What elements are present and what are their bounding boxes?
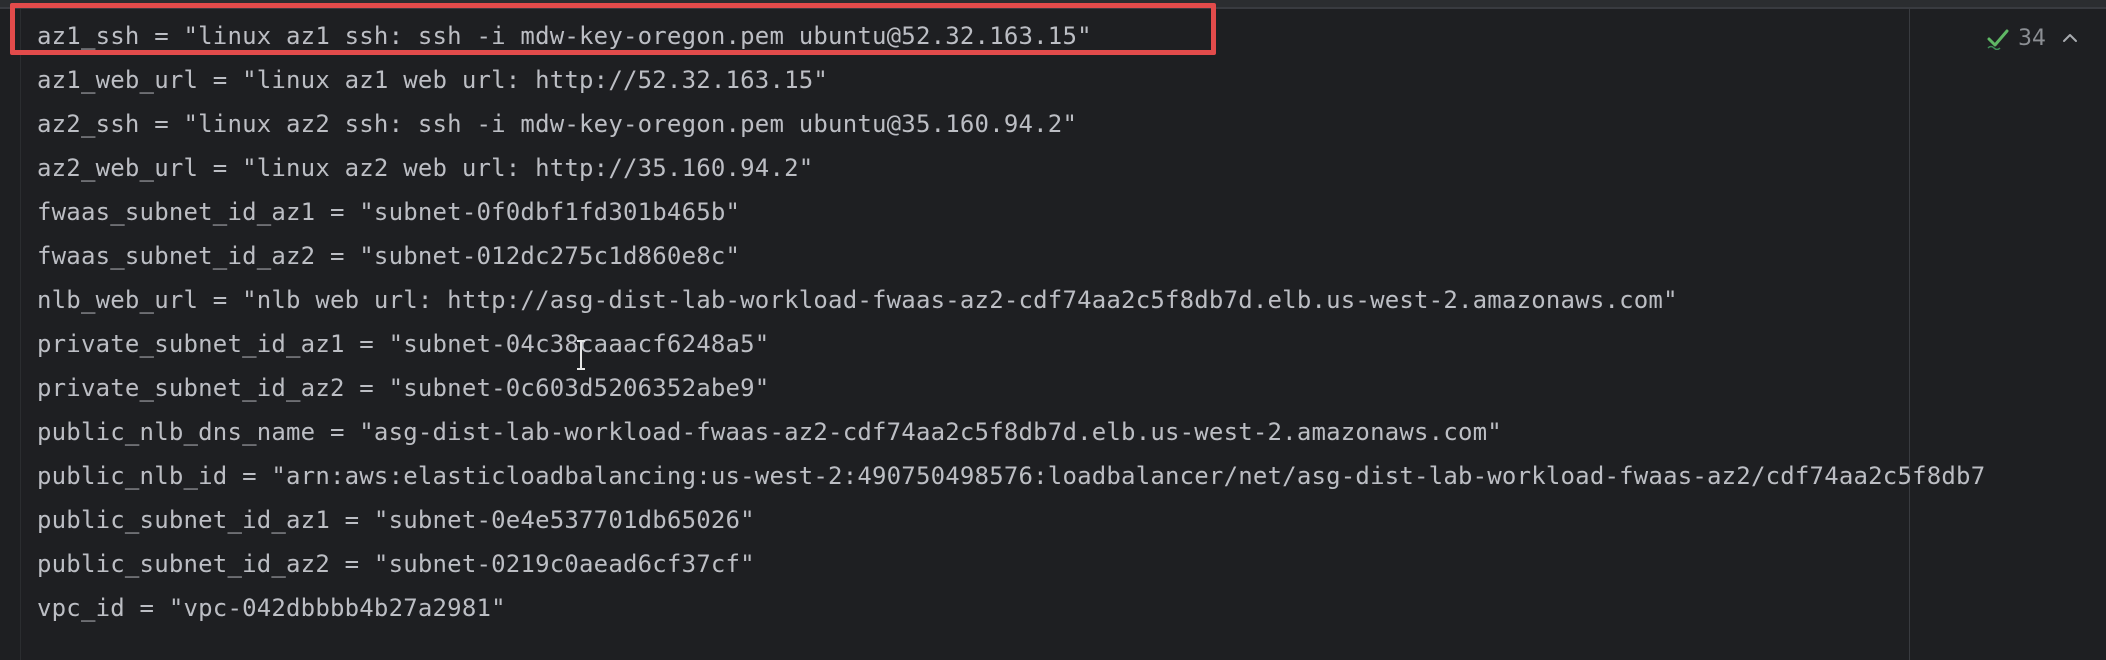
editor-top-border [0, 0, 2106, 9]
chevron-up-icon[interactable] [2060, 28, 2080, 48]
check-icon[interactable] [1986, 26, 2010, 50]
code-line[interactable]: public_subnet_id_az2 = "subnet-0219c0aea… [37, 542, 1985, 586]
code-line[interactable]: vpc_id = "vpc-042dbbbb4b27a2981" [37, 586, 1985, 630]
code-line[interactable]: az1_web_url = "linux az1 web url: http:/… [37, 58, 1985, 102]
code-line[interactable]: fwaas_subnet_id_az1 = "subnet-0f0dbf1fd3… [37, 190, 1985, 234]
code-line[interactable]: fwaas_subnet_id_az2 = "subnet-012dc275c1… [37, 234, 1985, 278]
code-lines[interactable]: az1_ssh = "linux az1 ssh: ssh -i mdw-key… [37, 14, 1985, 630]
code-line[interactable]: az2_web_url = "linux az2 web url: http:/… [37, 146, 1985, 190]
text-cursor-icon [575, 340, 587, 370]
code-line[interactable]: az1_ssh = "linux az1 ssh: ssh -i mdw-key… [37, 14, 1985, 58]
code-line[interactable]: private_subnet_id_az1 = "subnet-04c38caa… [37, 322, 1985, 366]
inspection-count[interactable]: 34 [2018, 26, 2046, 51]
code-line[interactable]: public_subnet_id_az1 = "subnet-0e4e53770… [37, 498, 1985, 542]
code-editor[interactable]: az1_ssh = "linux az1 ssh: ssh -i mdw-key… [0, 0, 2106, 660]
inspection-widget[interactable]: 34 [1986, 12, 2106, 64]
code-line[interactable]: az2_ssh = "linux az2 ssh: ssh -i mdw-key… [37, 102, 1985, 146]
code-line[interactable]: nlb_web_url = "nlb web url: http://asg-d… [37, 278, 1985, 322]
code-line[interactable]: public_nlb_dns_name = "asg-dist-lab-work… [37, 410, 1985, 454]
code-line[interactable]: public_nlb_id = "arn:aws:elasticloadbala… [37, 454, 1985, 498]
code-line[interactable]: private_subnet_id_az2 = "subnet-0c603d52… [37, 366, 1985, 410]
gutter-divider [20, 9, 21, 660]
editor-gutter[interactable] [0, 9, 20, 660]
